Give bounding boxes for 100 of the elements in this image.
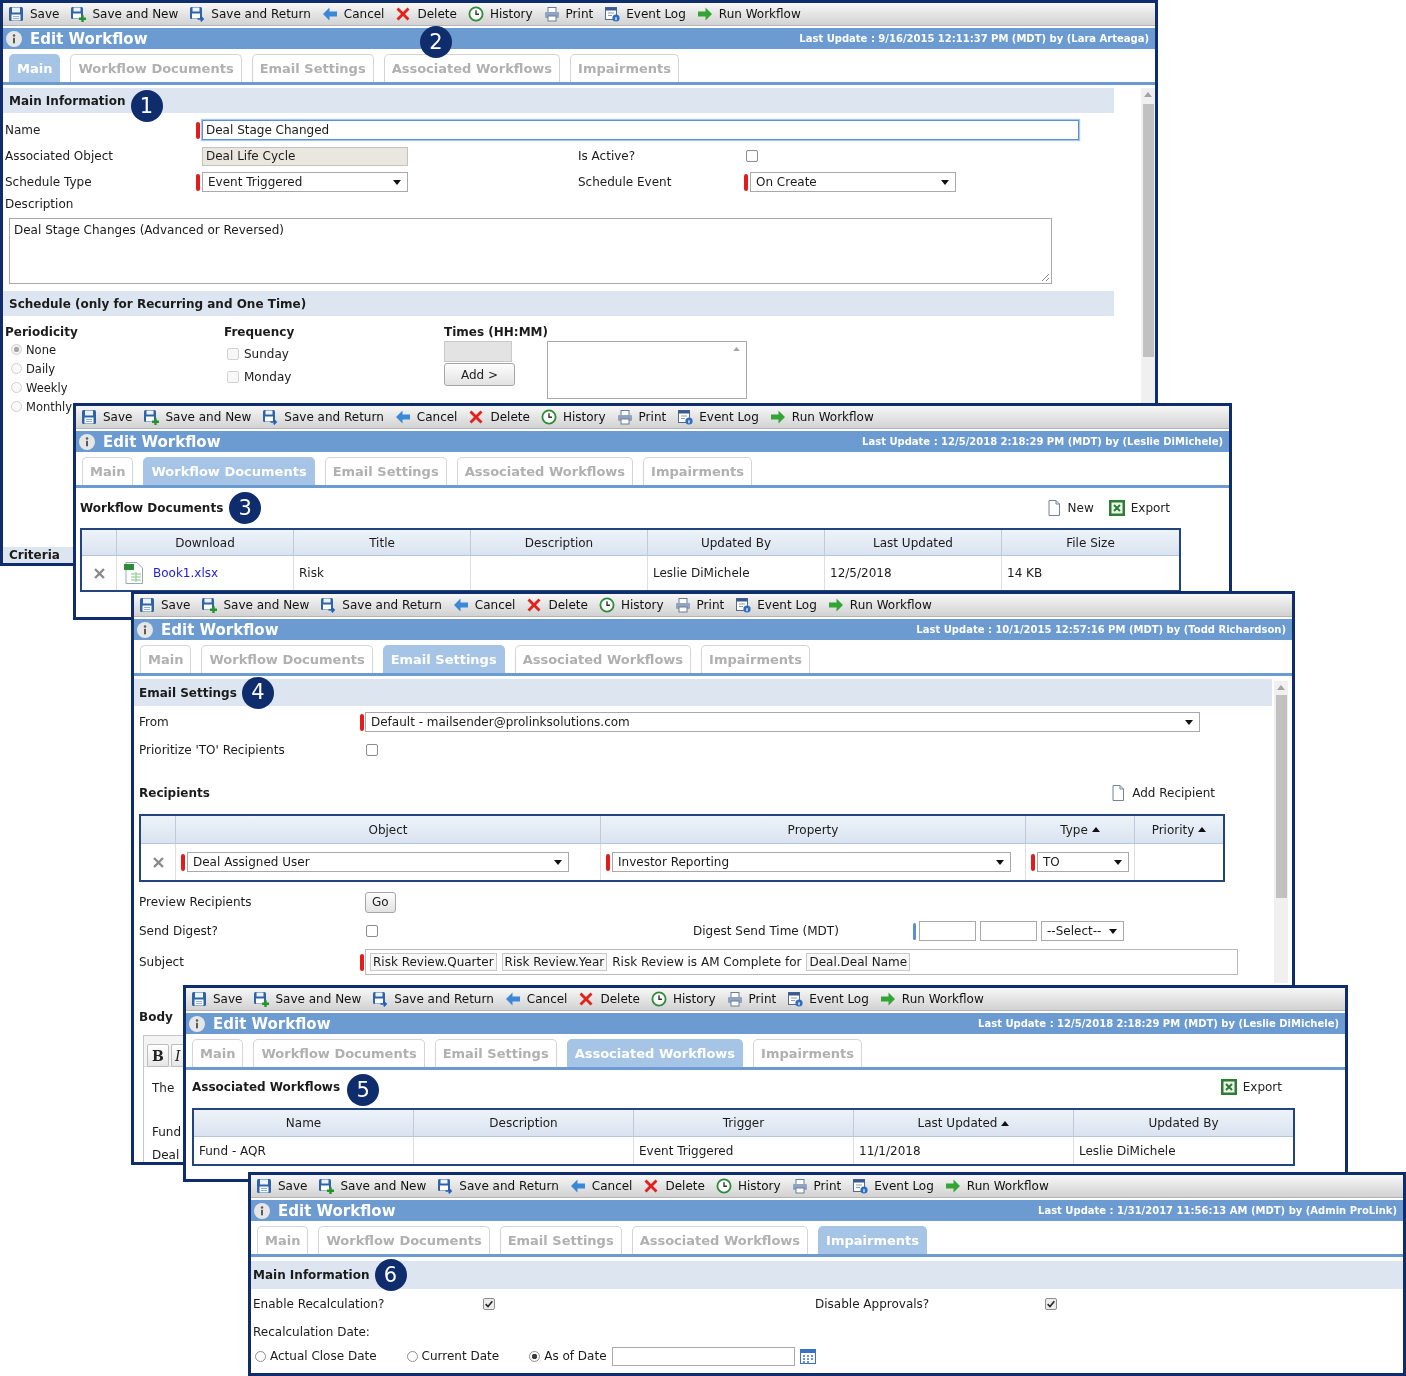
column-header: Last Updated: [917, 1116, 998, 1130]
date-input-field[interactable]: [611, 1346, 795, 1366]
print-button[interactable]: Print: [726, 989, 777, 1009]
cancel-button[interactable]: Cancel: [569, 1176, 633, 1196]
field-label: Name: [5, 123, 42, 137]
callout-number: 6: [374, 1259, 407, 1291]
cross-icon[interactable]: [92, 566, 106, 580]
save-button[interactable]: Save: [81, 407, 133, 427]
subject-field[interactable]: Risk Review.Quarter Risk Review.Year Risk Review is AM Complete for Deal.Deal Name: [365, 949, 1238, 975]
times-listbox[interactable]: [547, 341, 747, 399]
save-and-new-button[interactable]: Save and New: [70, 4, 179, 24]
checkbox[interactable]: [366, 925, 378, 937]
save-and-new-button[interactable]: Save and New: [253, 989, 362, 1009]
radio-button[interactable]: [255, 1350, 266, 1362]
event-log-button[interactable]: Event Log: [604, 4, 686, 24]
bold-button[interactable]: B: [147, 1044, 169, 1067]
body-editor[interactable]: B I The Fund Deal: [143, 1035, 184, 1162]
checkbox[interactable]: [483, 1298, 495, 1310]
export-button[interactable]: Export: [1220, 1079, 1282, 1095]
scrollbar-thumb[interactable]: [1275, 695, 1287, 898]
merge-field-token: Risk Review.Quarter: [370, 953, 497, 971]
schedule-type-dropdown[interactable]: Event Triggered: [202, 172, 408, 192]
editor-text-line: The: [151, 1081, 175, 1095]
print-button[interactable]: Print: [674, 595, 725, 615]
scrollbar-thumb[interactable]: [1142, 104, 1154, 357]
history-button[interactable]: History: [467, 4, 533, 24]
save-button[interactable]: Save: [8, 4, 60, 24]
run-workflow-button[interactable]: Run Workflow: [696, 4, 801, 24]
schedule-event-dropdown[interactable]: On Create: [750, 172, 956, 192]
cancel-button[interactable]: Cancel: [394, 407, 458, 427]
calendar-icon[interactable]: [799, 1348, 816, 1364]
field-label: Subject: [139, 955, 185, 969]
event-log-button[interactable]: Event Log: [852, 1176, 934, 1196]
cancel-button[interactable]: Cancel: [452, 595, 516, 615]
history-button[interactable]: History: [540, 407, 606, 427]
cancel-button[interactable]: Cancel: [504, 989, 568, 1009]
resize-grip-icon[interactable]: [1041, 273, 1049, 281]
scroll-arrow-icon[interactable]: [733, 347, 740, 351]
save-and-new-button[interactable]: Save and New: [143, 407, 252, 427]
caret-icon: [996, 859, 1004, 865]
cancel-button[interactable]: Cancel: [321, 4, 385, 24]
type-dropdown[interactable]: TO: [1037, 852, 1129, 872]
description-field[interactable]: Deal Stage Changes (Advanced or Reversed): [9, 218, 1052, 284]
name-field[interactable]: Deal Stage Changed: [202, 120, 1079, 140]
digest-time-dropdown[interactable]: --Select--: [1041, 921, 1124, 941]
history-button[interactable]: History: [598, 595, 664, 615]
checkbox[interactable]: [1045, 1298, 1057, 1310]
run-workflow-button[interactable]: Run Workflow: [944, 1176, 1049, 1196]
delete-button[interactable]: Delete: [643, 1176, 705, 1196]
go-button[interactable]: Go: [365, 891, 396, 913]
save-and-return-button[interactable]: Save and Return: [437, 1176, 559, 1196]
time-input-field[interactable]: [919, 921, 976, 941]
delete-button[interactable]: Delete: [468, 407, 530, 427]
save-and-new-button[interactable]: Save and New: [318, 1176, 427, 1196]
save-and-new-button[interactable]: Save and New: [201, 595, 310, 615]
add-recipient-button[interactable]: Add Recipient: [1110, 785, 1215, 801]
scroll-arrow-icon[interactable]: [1277, 685, 1285, 690]
scrollbar[interactable]: [1141, 88, 1155, 403]
history-button[interactable]: History: [650, 989, 716, 1009]
print-button[interactable]: Print: [543, 4, 594, 24]
radio-button[interactable]: [406, 1350, 418, 1362]
radio-button[interactable]: [529, 1350, 541, 1362]
scroll-arrow-icon[interactable]: [1144, 92, 1152, 97]
save-and-return-button[interactable]: Save and Return: [320, 595, 442, 615]
save-button[interactable]: Save: [191, 989, 243, 1009]
save-and-return-button[interactable]: Save and Return: [189, 4, 311, 24]
delete-button[interactable]: Delete: [578, 989, 640, 1009]
scrollbar[interactable]: [1274, 681, 1288, 983]
history-button[interactable]: History: [715, 1176, 781, 1196]
save-and-return-button[interactable]: Save and Return: [262, 407, 384, 427]
callout-number: 5: [347, 1074, 380, 1106]
associated-object-field[interactable]: Deal Life Cycle: [202, 146, 408, 166]
save-button[interactable]: Save: [256, 1176, 308, 1196]
event-log-button[interactable]: Event Log: [677, 407, 759, 427]
run-workflow-button[interactable]: Run Workflow: [879, 989, 984, 1009]
property-dropdown[interactable]: Investor Reporting: [612, 852, 1011, 872]
save-and-return-button[interactable]: Save and Return: [372, 989, 494, 1009]
print-button[interactable]: Print: [791, 1176, 842, 1196]
save-button[interactable]: Save: [139, 595, 191, 615]
caret-icon: [1109, 928, 1117, 934]
file-link[interactable]: Book1.xlsx: [153, 566, 219, 580]
cross-icon: [468, 409, 485, 425]
from-dropdown[interactable]: Default - mailsender@prolinksolutions.com: [365, 712, 1200, 732]
delete-button[interactable]: Delete: [395, 4, 457, 24]
object-dropdown[interactable]: Deal Assigned User: [187, 852, 569, 872]
section-title: Recipients: [139, 786, 210, 800]
checkbox[interactable]: [366, 744, 378, 756]
time-input-field[interactable]: [980, 921, 1037, 941]
event-log-button[interactable]: Event Log: [787, 989, 869, 1009]
run-workflow-button[interactable]: Run Workflow: [769, 407, 874, 427]
export-button[interactable]: Export: [1108, 500, 1170, 516]
italic-button[interactable]: I: [171, 1044, 183, 1067]
is-active-checkbox[interactable]: [746, 150, 758, 162]
print-button[interactable]: Print: [616, 407, 667, 427]
cross-icon[interactable]: [151, 855, 165, 869]
delete-button[interactable]: Delete: [526, 595, 588, 615]
new-button[interactable]: New: [1045, 500, 1094, 516]
run-workflow-button[interactable]: Run Workflow: [827, 595, 932, 615]
event-log-button[interactable]: Event Log: [735, 595, 817, 615]
column-header: Object: [368, 822, 408, 837]
